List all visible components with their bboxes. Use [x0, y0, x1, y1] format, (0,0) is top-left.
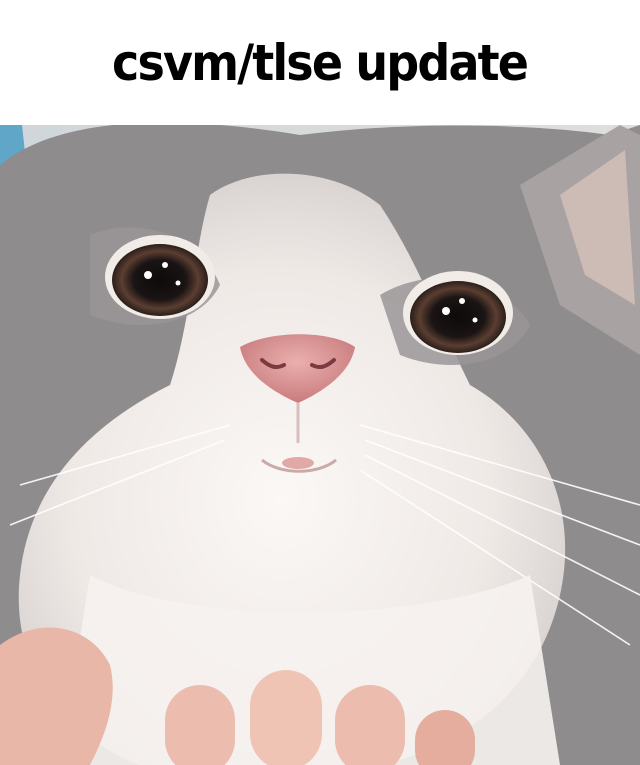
cat-illustration — [0, 125, 640, 765]
cat-tongue — [282, 457, 314, 469]
left-eye-highlight — [144, 271, 152, 279]
caption-text: csvm/tlse update — [112, 33, 529, 92]
right-eye-highlight-3 — [472, 317, 478, 323]
caption-bar: csvm/tlse update — [0, 0, 640, 125]
finger-1 — [165, 685, 235, 765]
hand-palm — [0, 627, 113, 765]
left-eye — [112, 244, 208, 316]
left-eye-highlight-2 — [162, 262, 168, 268]
finger-3 — [335, 685, 405, 765]
right-eye-highlight-2 — [459, 298, 465, 304]
finger-2 — [250, 670, 322, 765]
cat-photo — [0, 125, 640, 765]
left-eye-highlight-3 — [175, 280, 181, 286]
right-eye-highlight — [442, 307, 450, 315]
right-eye — [410, 281, 506, 353]
